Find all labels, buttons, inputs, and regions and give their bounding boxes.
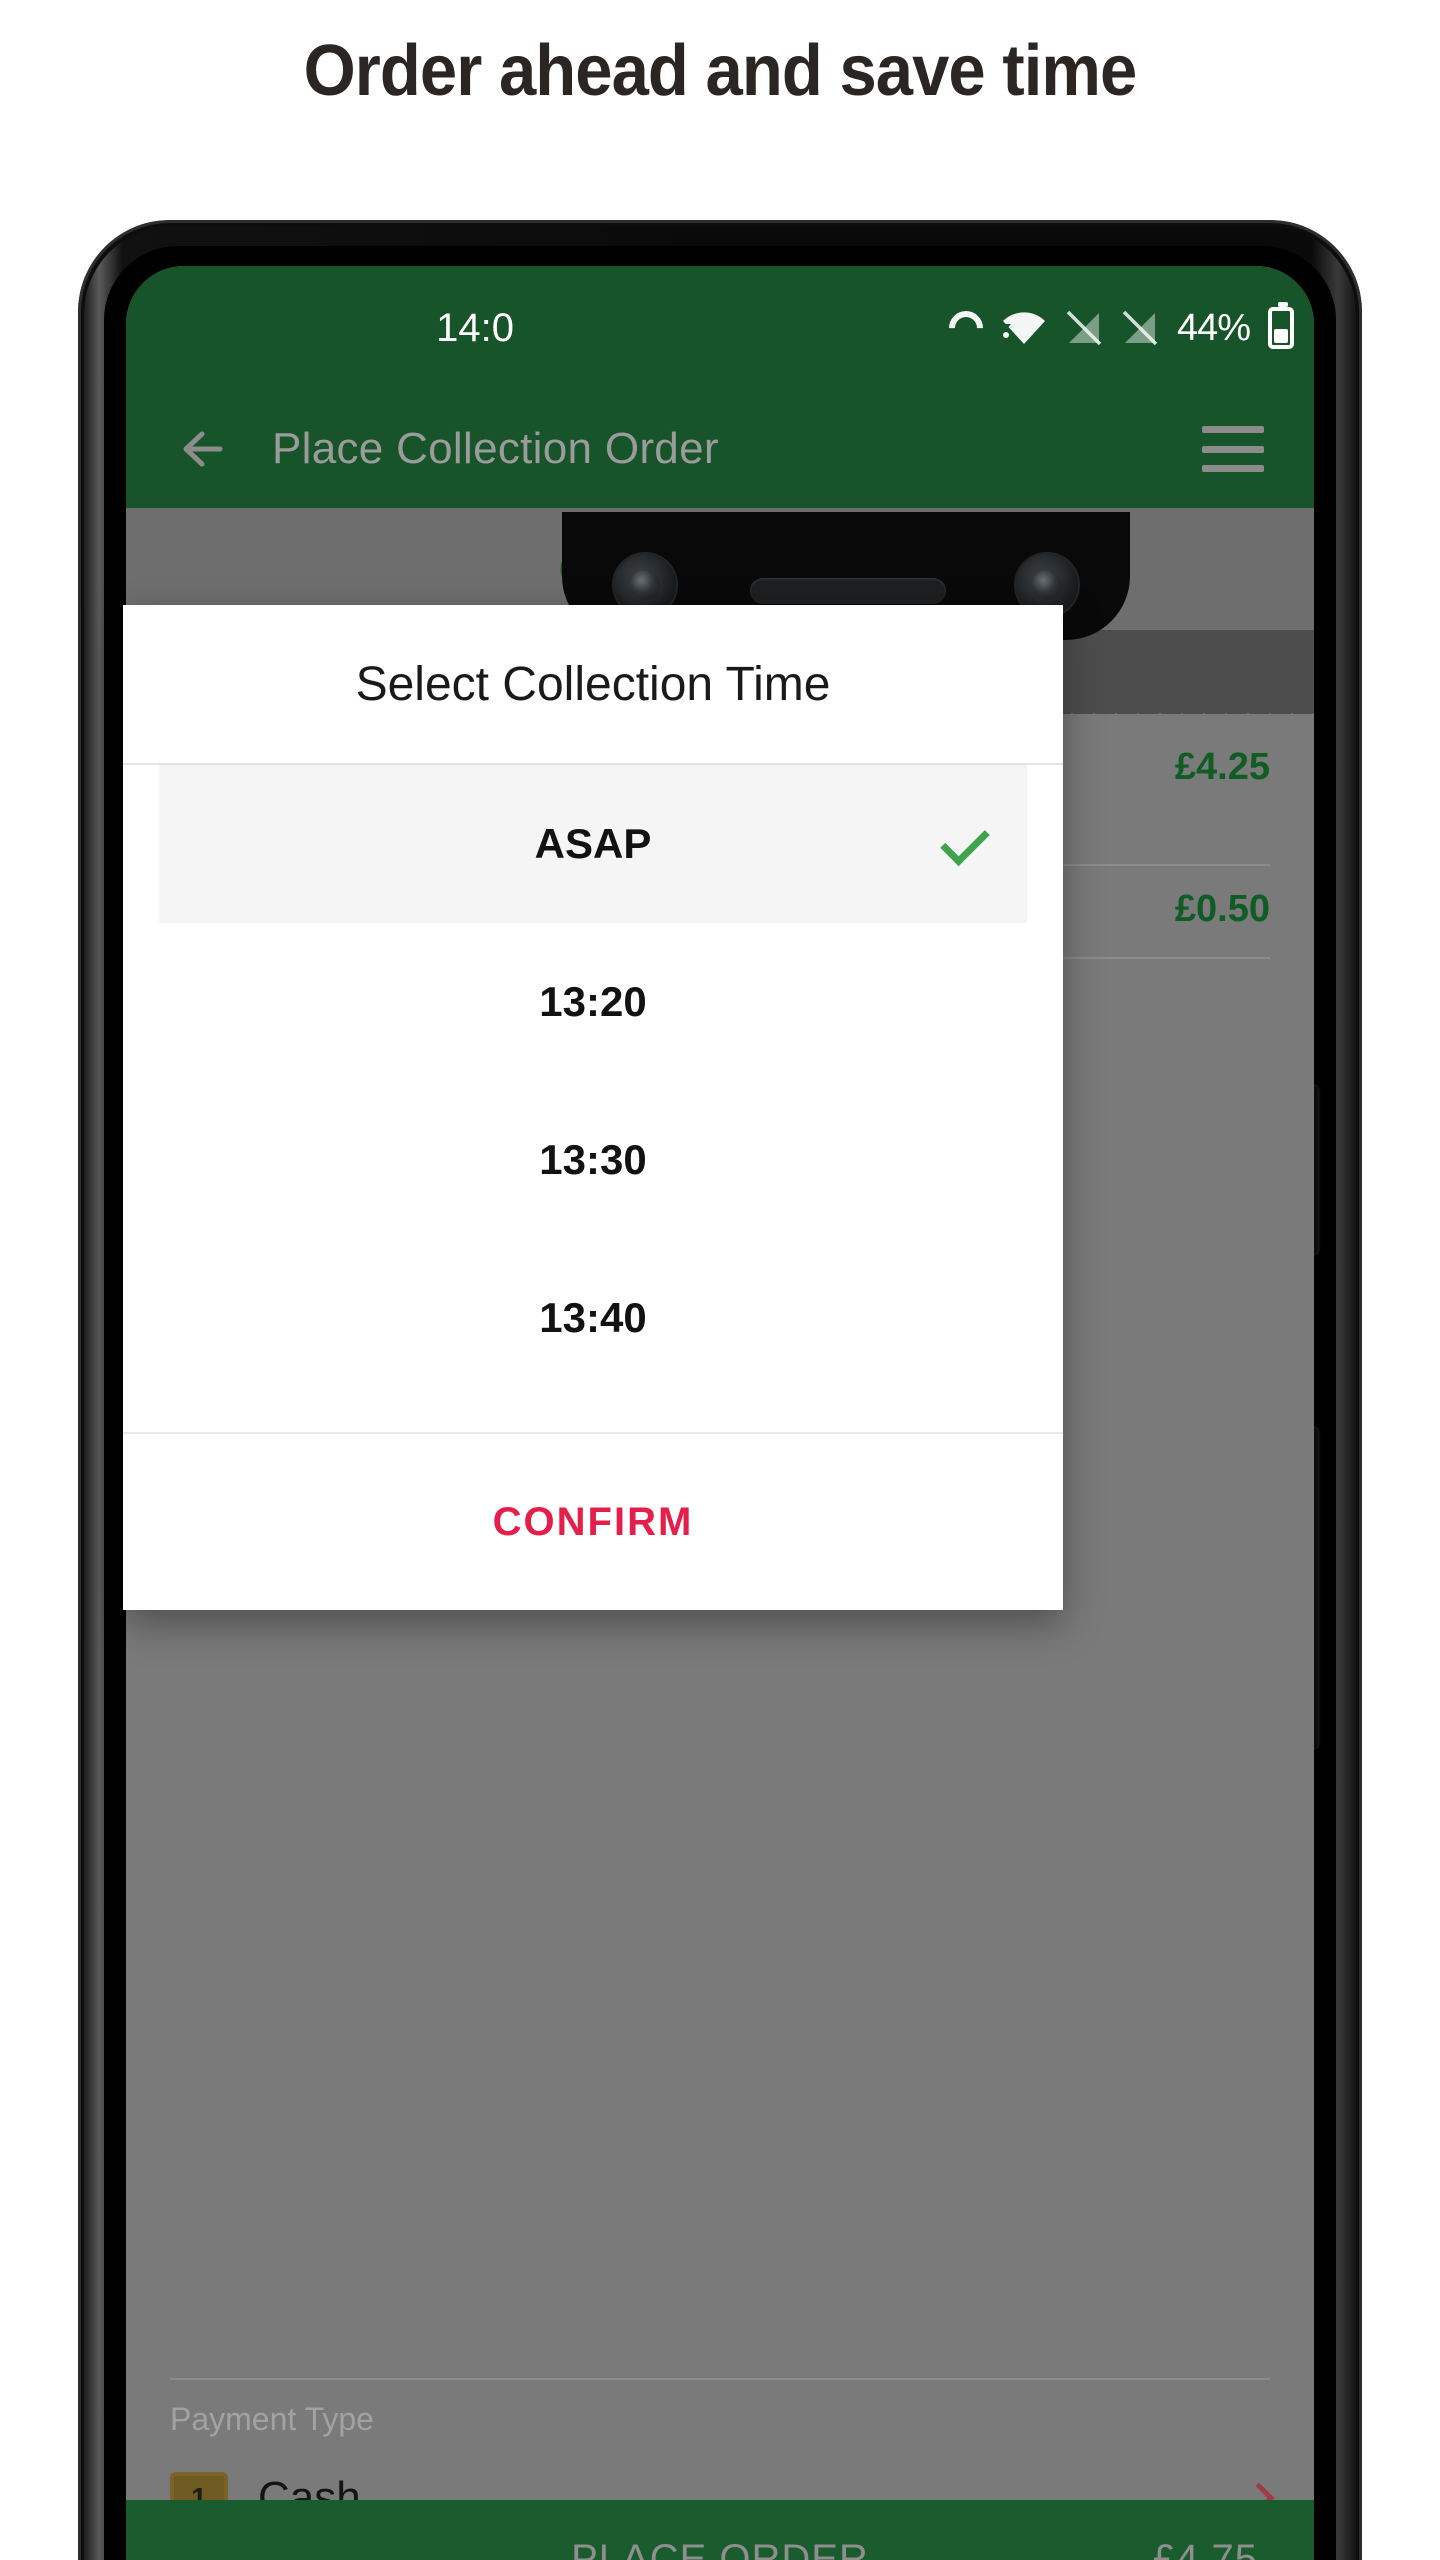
app-bar: Place Collection Order: [126, 390, 1314, 508]
fee-price: £0.50: [1174, 888, 1270, 930]
no-sim-2-icon: [1121, 309, 1159, 347]
dialog-option-asap[interactable]: ASAP: [159, 765, 1027, 923]
hamburger-menu-icon[interactable]: [1202, 426, 1264, 472]
status-time: 14:0: [436, 305, 514, 350]
earpiece-speaker: [750, 578, 946, 604]
battery-icon: [1268, 302, 1294, 349]
dialog-option-1320[interactable]: 13:20: [123, 923, 1063, 1081]
app-bar-title: Place Collection Order: [272, 424, 719, 473]
dialog-actions: CONFIRM: [123, 1432, 1063, 1610]
back-arrow-icon[interactable]: [168, 420, 226, 478]
confirm-button[interactable]: CONFIRM: [493, 1500, 694, 1545]
dialog-options-list: ASAP 13:20 13:30 13:40: [123, 765, 1063, 1432]
place-order-button[interactable]: PLACE ORDER £4.75: [126, 2500, 1314, 2560]
battery-percent: 44%: [1176, 306, 1251, 349]
dialog-option-1330[interactable]: 13:30: [123, 1081, 1063, 1239]
status-icons: 44%: [941, 266, 1294, 390]
collection-time-dialog: Select Collection Time ASAP 13:20 13:30 …: [123, 605, 1063, 1610]
payment-type-label: Payment Type: [170, 2401, 374, 2437]
dialog-option-1340[interactable]: 13:40: [123, 1239, 1063, 1397]
wifi-icon: [1000, 311, 1047, 345]
dialog-option-label: 13:40: [539, 1294, 647, 1341]
item-price: £4.25: [1174, 746, 1270, 788]
place-order-label: PLACE ORDER: [571, 2536, 869, 2560]
payment-separator: [170, 2378, 1270, 2380]
page-title: Order ahead and save time: [303, 31, 1138, 111]
status-bar: 14:0 44%: [126, 266, 1314, 390]
dialog-option-label: 13:20: [539, 978, 647, 1025]
dnd-icon: [941, 303, 990, 353]
check-icon: [940, 816, 990, 867]
dialog-option-label: ASAP: [534, 820, 652, 867]
no-sim-1-icon: [1065, 309, 1103, 347]
dialog-option-label: 13:30: [539, 1136, 647, 1183]
dialog-title: Select Collection Time: [123, 605, 1063, 765]
place-order-total: £4.75: [1152, 2536, 1258, 2560]
promo-screenshot: Order ahead and save time 14:0 44% Place…: [0, 0, 1440, 2560]
